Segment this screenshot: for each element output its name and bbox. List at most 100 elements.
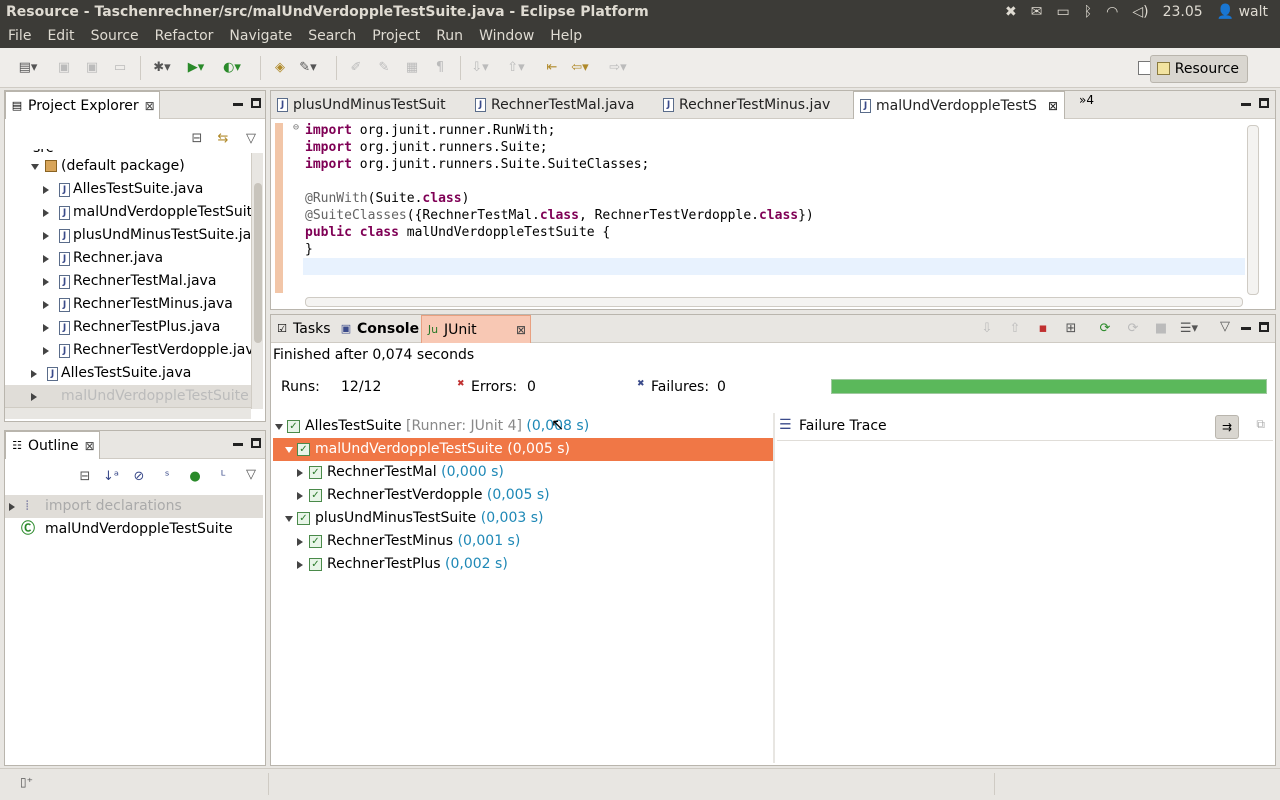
menu-source[interactable]: Source <box>83 24 147 48</box>
menu-window[interactable]: Window <box>471 24 542 48</box>
collapsed-icon[interactable] <box>43 209 49 217</box>
menu-project[interactable]: Project <box>364 24 428 48</box>
horizontal-scrollbar[interactable] <box>5 407 251 419</box>
link-with-editor-icon[interactable]: ⇆ <box>213 129 233 149</box>
view-menu-icon[interactable]: ▽ <box>241 465 261 485</box>
menu-navigate[interactable]: Navigate <box>221 24 300 48</box>
horizontal-scrollbar[interactable] <box>305 297 1243 307</box>
volume-icon[interactable]: ◁) <box>1132 0 1148 24</box>
back-icon[interactable]: ⇦▾ <box>570 58 590 78</box>
menu-edit[interactable]: Edit <box>39 24 82 48</box>
collapsed-icon[interactable] <box>31 370 37 378</box>
dropbox-icon[interactable]: ✖ <box>1005 0 1017 24</box>
open-type-icon[interactable]: ◈ <box>270 58 290 78</box>
collapsed-icon[interactable] <box>297 492 303 500</box>
maximize-icon[interactable] <box>251 438 261 448</box>
history-icon[interactable]: ☰▾ <box>1179 319 1199 339</box>
tree-file-partial[interactable]: malUndVerdoppleTestSuite <box>5 385 251 407</box>
tree-file[interactable]: J RechnerTestMal.java <box>5 270 251 293</box>
bluetooth-icon[interactable]: ᛒ <box>1084 0 1092 24</box>
test-class-row[interactable]: ✓ RechnerTestMinus (0,001 s) <box>273 530 773 553</box>
expanded-icon[interactable] <box>285 447 293 453</box>
tree-file[interactable]: J plusUndMinusTestSuite.jav <box>5 224 251 247</box>
battery-icon[interactable]: ▭ <box>1057 0 1070 24</box>
menu-refactor[interactable]: Refactor <box>147 24 222 48</box>
stop-icon[interactable]: ■ <box>1151 319 1171 339</box>
tree-default-package[interactable]: (default package) <box>5 155 251 178</box>
tab-project-explorer[interactable]: ▤ Project Explorer ⊠ <box>5 91 160 119</box>
test-suite-row[interactable]: ✓ plusUndMinusTestSuite (0,003 s) <box>273 507 773 530</box>
collapsed-icon[interactable] <box>43 347 49 355</box>
vertical-scrollbar[interactable] <box>1247 125 1259 295</box>
outline-class[interactable]: Ⓒ malUndVerdoppleTestSuite <box>5 518 263 541</box>
tree-file[interactable]: J RechnerTestVerdopple.jav <box>5 339 251 362</box>
collapsed-icon[interactable] <box>31 393 37 401</box>
collapse-all-icon[interactable]: ⊟ <box>75 467 95 487</box>
tab-junit[interactable]: Ju JUnit ⊠ <box>421 315 531 343</box>
collapsed-icon[interactable] <box>297 561 303 569</box>
previous-failure-icon[interactable]: ⇧ <box>1005 319 1025 339</box>
save-icon[interactable]: ▣ <box>54 58 74 78</box>
collapsed-icon[interactable] <box>297 538 303 546</box>
expanded-icon[interactable] <box>31 164 39 170</box>
collapsed-icon[interactable] <box>43 232 49 240</box>
menu-search[interactable]: Search <box>300 24 364 48</box>
mail-icon[interactable]: ✉ <box>1031 0 1043 24</box>
pencil-icon[interactable]: ✎ <box>374 58 394 78</box>
show-failures-only-icon[interactable]: ▪ <box>1033 319 1053 339</box>
collapsed-icon[interactable] <box>43 324 49 332</box>
perspective-resource-button[interactable]: Resource <box>1149 55 1248 83</box>
rerun-failed-icon[interactable]: ⟳ <box>1123 319 1143 339</box>
scroll-thumb[interactable] <box>254 183 262 343</box>
test-suite-row-selected[interactable]: ✓ malUndVerdoppleTestSuite (0,005 s) <box>273 438 773 461</box>
rerun-test-icon[interactable]: ⟳ <box>1095 319 1115 339</box>
minimize-icon[interactable] <box>1241 103 1251 106</box>
sort-icon[interactable]: ↓ᵃ <box>101 467 121 487</box>
tree-file[interactable]: J RechnerTestPlus.java <box>5 316 251 339</box>
menu-file[interactable]: File <box>0 24 39 48</box>
coverage-icon[interactable]: ◐▾ <box>222 58 242 78</box>
last-edit-icon[interactable]: ⇤ <box>542 58 562 78</box>
save-all-icon[interactable]: ▣ <box>82 58 102 78</box>
menu-help[interactable]: Help <box>542 24 590 48</box>
test-class-row[interactable]: ✓ RechnerTestPlus (0,002 s) <box>273 553 773 576</box>
forward-icon[interactable]: ⇨▾ <box>608 58 628 78</box>
editor-tab[interactable]: J RechnerTestMinus.jav <box>657 91 853 119</box>
test-class-row[interactable]: ✓ RechnerTestMal (0,000 s) <box>273 461 773 484</box>
fast-view-icon[interactable]: ▯⁺ <box>20 775 33 789</box>
prev-annotation-icon[interactable]: ⇧▾ <box>506 58 526 78</box>
run-icon[interactable]: ▶▾ <box>186 58 206 78</box>
clock[interactable]: 23.05 <box>1163 0 1203 24</box>
minimize-icon[interactable] <box>1241 327 1251 330</box>
minimize-icon[interactable] <box>233 103 243 106</box>
view-menu-icon[interactable]: ▽ <box>241 129 261 149</box>
tree-file[interactable]: J Rechner.java <box>5 247 251 270</box>
tree-file[interactable]: J AllesTestSuite.java <box>5 362 251 385</box>
close-icon[interactable]: ⊠ <box>145 92 155 120</box>
tab-console[interactable]: ▣ Console <box>335 315 427 343</box>
vertical-scrollbar[interactable] <box>251 153 263 409</box>
next-failure-icon[interactable]: ⇩ <box>977 319 997 339</box>
filter-stack-button[interactable]: ⇉ <box>1215 415 1239 439</box>
expanded-icon[interactable] <box>275 424 283 430</box>
new-icon[interactable]: ▤▾ <box>18 58 38 78</box>
collapsed-icon[interactable] <box>9 503 15 511</box>
next-annotation-icon[interactable]: ⇩▾ <box>470 58 490 78</box>
search-icon[interactable]: ✎▾ <box>298 58 318 78</box>
scroll-lock-icon[interactable]: ⊞ <box>1061 319 1081 339</box>
editor-tab[interactable]: J plusUndMinusTestSuit <box>271 91 467 119</box>
close-icon[interactable]: ⊠ <box>1048 92 1058 120</box>
block-icon[interactable]: ▦ <box>402 58 422 78</box>
expanded-icon[interactable] <box>285 516 293 522</box>
tab-outline[interactable]: ☷ Outline ⊠ <box>5 431 100 459</box>
maximize-icon[interactable] <box>1259 322 1269 332</box>
wifi-icon[interactable]: ◠ <box>1106 0 1118 24</box>
close-icon[interactable]: ⊠ <box>516 316 526 344</box>
menu-run[interactable]: Run <box>428 24 471 48</box>
user-menu[interactable]: 👤 walt <box>1217 0 1268 24</box>
tree-file[interactable]: J RechnerTestMinus.java <box>5 293 251 316</box>
maximize-icon[interactable] <box>1259 98 1269 108</box>
collapsed-icon[interactable] <box>297 469 303 477</box>
minimize-icon[interactable] <box>233 443 243 446</box>
print-icon[interactable]: ▭ <box>110 58 130 78</box>
